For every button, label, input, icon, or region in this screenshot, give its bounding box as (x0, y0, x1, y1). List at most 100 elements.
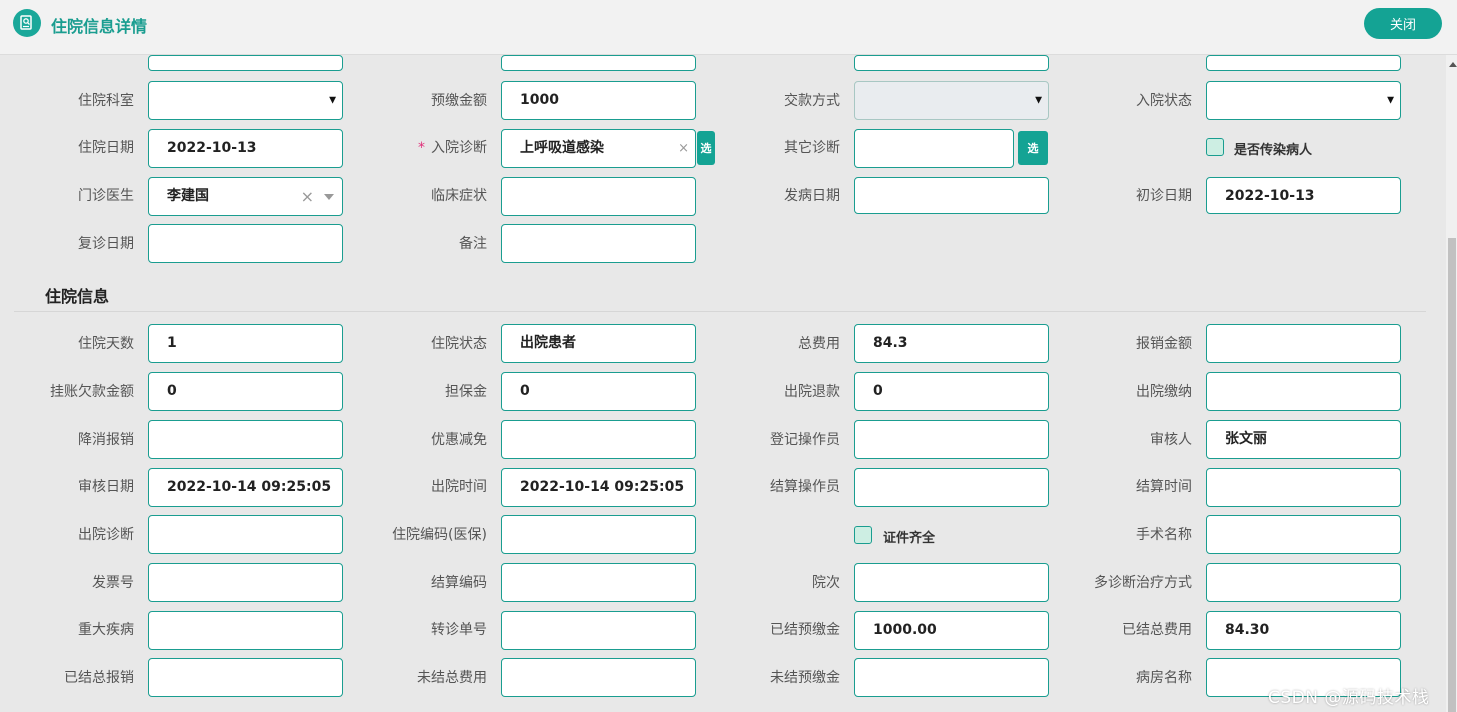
first-visit-label: 初诊日期 (1136, 188, 1192, 204)
close-button[interactable]: 关闭 (1364, 8, 1442, 39)
settled-deposit-value: 1000.00 (873, 622, 937, 638)
major-disease-input[interactable] (148, 611, 343, 650)
revisit-label: 复诊日期 (78, 236, 134, 252)
multi-diag-label: 多诊断治疗方式 (1094, 575, 1192, 591)
reviewer-label: 审核人 (1150, 432, 1192, 448)
discharge-pay-input[interactable] (1206, 372, 1401, 411)
section-divider (14, 311, 1426, 312)
visit-count-input[interactable] (854, 563, 1049, 602)
settle-op-input[interactable] (854, 468, 1049, 507)
review-date-label: 审核日期 (78, 479, 134, 495)
register-op-input[interactable] (854, 420, 1049, 459)
first-visit-input[interactable]: 2022-10-13 (1206, 177, 1401, 214)
invoice-input[interactable] (148, 563, 343, 602)
dept-label: 住院科室 (78, 93, 134, 109)
deposit-input[interactable]: 1000 (501, 81, 696, 120)
insurance-code-input[interactable] (501, 515, 696, 554)
hidden-field-3[interactable] (854, 55, 1049, 71)
visit-count-label: 院次 (812, 575, 840, 591)
total-fee-value: 84.3 (873, 335, 908, 351)
infectious-checkbox[interactable] (1206, 138, 1224, 156)
arrears-input[interactable]: 0 (148, 372, 343, 411)
discharge-diag-input[interactable] (148, 515, 343, 554)
settled-deposit-input[interactable]: 1000.00 (854, 611, 1049, 650)
remarks-input[interactable] (501, 224, 696, 263)
discount-label: 优惠减免 (431, 432, 487, 448)
hidden-field-4[interactable] (1206, 55, 1401, 71)
reviewer-input[interactable]: 张文丽 (1206, 420, 1401, 459)
admission-status-select[interactable]: ▼ (1206, 81, 1401, 120)
referral-label: 转诊单号 (431, 622, 487, 638)
clear-icon[interactable]: × (301, 178, 314, 215)
first-visit-value: 2022-10-13 (1225, 188, 1315, 204)
settle-op-label: 结算操作员 (770, 479, 840, 495)
scroll-up-arrow-icon[interactable] (1449, 62, 1457, 67)
settle-time-input[interactable] (1206, 468, 1401, 507)
guarantee-label: 担保金 (445, 384, 487, 400)
arrears-value: 0 (167, 383, 177, 399)
other-diag-input[interactable] (854, 129, 1014, 168)
clear-icon[interactable]: × (678, 130, 689, 167)
infectious-label: 是否传染病人 (1234, 143, 1313, 158)
reimburse-input[interactable] (1206, 324, 1401, 363)
settle-code-label: 结算编码 (431, 575, 487, 591)
reviewer-value: 张文丽 (1225, 431, 1267, 447)
total-fee-label: 总费用 (798, 336, 840, 352)
section-title: 住院信息 (45, 287, 110, 306)
refund-label: 出院退款 (784, 384, 840, 400)
status-input[interactable]: 出院患者 (501, 324, 696, 363)
dept-select[interactable]: ▼ (148, 81, 343, 120)
outpatient-doctor-select[interactable]: 李建国 × (148, 177, 343, 216)
record-search-icon (13, 9, 41, 37)
admission-date-input[interactable]: 2022-10-13 (148, 129, 343, 168)
days-label: 住院天数 (78, 336, 134, 352)
review-date-input[interactable]: 2022-10-14 09:25:05 (148, 468, 343, 507)
surgery-input[interactable] (1206, 515, 1401, 554)
unsettled-total-input[interactable] (501, 658, 696, 697)
status-value: 出院患者 (520, 335, 576, 351)
watermark: CSDN @源码技术栈 (1268, 688, 1430, 708)
referral-input[interactable] (501, 611, 696, 650)
deposit-value: 1000 (520, 92, 559, 108)
onset-date-input[interactable] (854, 177, 1049, 214)
unsettled-deposit-input[interactable] (854, 658, 1049, 697)
other-diag-select-button[interactable]: 选 (1018, 131, 1048, 165)
multi-diag-input[interactable] (1206, 563, 1401, 602)
discharge-time-label: 出院时间 (431, 479, 487, 495)
discount-input[interactable] (501, 420, 696, 459)
revisit-date-input[interactable] (148, 224, 343, 263)
days-input[interactable]: 1 (148, 324, 343, 363)
refund-value: 0 (873, 383, 883, 399)
symptoms-label: 临床症状 (431, 188, 487, 204)
guarantee-value: 0 (520, 383, 530, 399)
dropdown-caret-icon: ▼ (329, 95, 336, 105)
dialog-header: 住院信息详情 关闭 (0, 0, 1457, 55)
settle-code-input[interactable] (501, 563, 696, 602)
symptoms-input[interactable] (501, 177, 696, 216)
refund-input[interactable]: 0 (854, 372, 1049, 411)
dropdown-caret-icon: ▼ (1387, 95, 1394, 105)
settled-total-input[interactable]: 84.30 (1206, 611, 1401, 650)
settled-total-label: 已结总费用 (1122, 622, 1192, 638)
hidden-field-2[interactable] (501, 55, 696, 71)
admission-diag-input[interactable]: 上呼吸道感染 × (501, 129, 696, 168)
remarks-label: 备注 (459, 236, 487, 252)
payment-method-label: 交款方式 (784, 93, 840, 109)
outpatient-doctor-label: 门诊医生 (78, 188, 134, 204)
surgery-label: 手术名称 (1136, 527, 1192, 543)
discharge-time-value: 2022-10-14 09:25:05 (520, 479, 685, 495)
payment-method-select[interactable]: ▼ (854, 81, 1049, 120)
write-off-input[interactable] (148, 420, 343, 459)
hidden-field-1[interactable] (148, 55, 343, 71)
insurance-code-label: 住院编码(医保) (392, 527, 487, 543)
days-value: 1 (167, 335, 177, 351)
discharge-time-input[interactable]: 2022-10-14 09:25:05 (501, 468, 696, 507)
settled-reimburse-input[interactable] (148, 658, 343, 697)
total-fee-input[interactable]: 84.3 (854, 324, 1049, 363)
guarantee-input[interactable]: 0 (501, 372, 696, 411)
settled-total-value: 84.30 (1225, 622, 1270, 638)
docs-complete-checkbox[interactable] (854, 526, 872, 544)
admission-date-label: 住院日期 (78, 140, 134, 156)
register-op-label: 登记操作员 (770, 432, 840, 448)
scrollbar-thumb[interactable] (1448, 238, 1456, 712)
